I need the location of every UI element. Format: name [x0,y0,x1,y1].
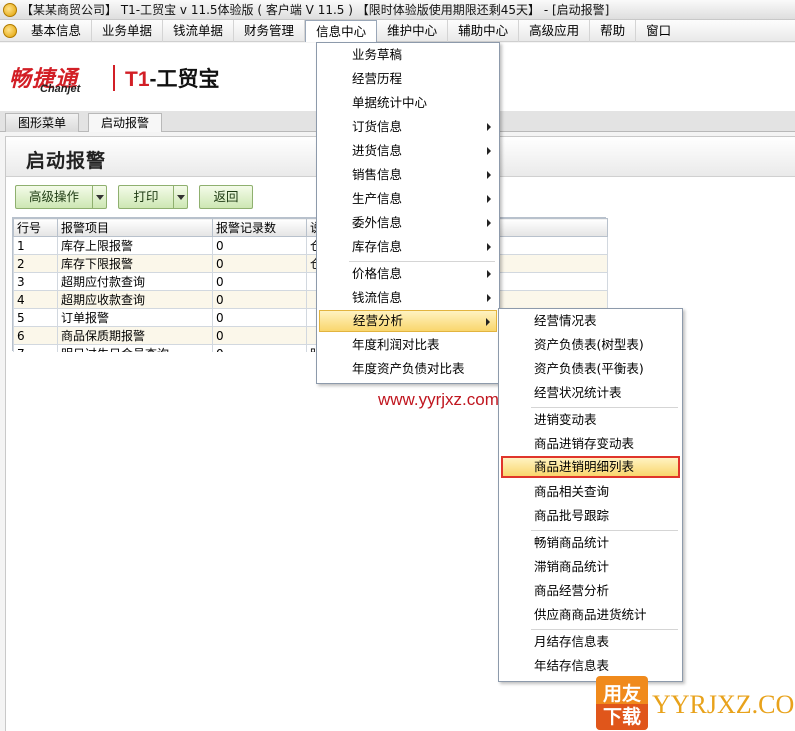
tab-graphic-menu[interactable]: 图形菜单 [5,113,80,132]
menu-cashflow-docs[interactable]: 钱流单据 [163,19,235,42]
logo-divider [113,65,115,91]
submenu-item-yearly-inventory[interactable]: 年结存信息表 [501,655,680,677]
menu-business-docs[interactable]: 业务单据 [92,19,164,42]
submenu-item-operation-summary[interactable]: 经营情况表 [501,310,680,332]
table-row[interactable]: 4 超期应收款查询 0 [13,290,608,309]
window-title: 【某某商贸公司】 T1-工贸宝 v 11.5体验版 ( 客户端 V 11.5 )… [21,3,610,17]
app-icon [3,2,17,17]
submenu-item-purchase-sales-change[interactable]: 进销变动表 [501,409,680,431]
menu-separator [531,629,678,630]
system-menu-icon[interactable] [3,23,17,38]
submenu-item-goods-analysis[interactable]: 商品经营分析 [501,580,680,602]
submenu-item-supplier-stats[interactable]: 供应商商品进货统计 [501,604,680,626]
menu-item-purchase-info[interactable]: 进货信息 [319,140,497,162]
advanced-dropdown-icon[interactable] [92,186,106,208]
submenu-item-monthly-inventory[interactable]: 月结存信息表 [501,631,680,653]
info-center-dropdown: 业务草稿 经营历程 单据统计中心 订货信息 进货信息 销售信息 生产信息 委外信… [316,42,500,384]
tab-startup-alarm[interactable]: 启动报警 [88,113,163,132]
menu-item-annual-profit[interactable]: 年度利润对比表 [319,334,497,356]
watermark-url: www.yyrjxz.com [378,390,499,409]
table-row[interactable]: 1库存上限报警0仓 [13,236,608,255]
chanjet-logo-en: Chanjet [40,83,81,95]
menu-maintenance[interactable]: 维护中心 [377,19,449,42]
col-record-count[interactable]: 报警记录数 [212,218,307,237]
menu-info-center[interactable]: 信息中心 [305,19,378,42]
menu-separator [531,530,678,531]
business-analysis-submenu: 经营情况表 资产负债表(树型表) 资产负债表(平衡表) 经营状况统计表 进销变动… [498,308,683,682]
submenu-arrow-icon [487,219,491,227]
menu-bar: 基本信息 业务单据 钱流单据 财务管理 信息中心 维护中心 辅助中心 高级应用 … [0,19,795,42]
badge-bottom-text: 下载 [596,704,648,730]
col-row-no[interactable]: 行号 [13,218,58,237]
menu-item-history[interactable]: 经营历程 [319,68,497,90]
submenu-arrow-icon [487,243,491,251]
menu-item-annual-balance[interactable]: 年度资产负债对比表 [319,358,497,380]
submenu-item-goods-query[interactable]: 商品相关查询 [501,481,680,503]
title-bar: 【某某商贸公司】 T1-工贸宝 v 11.5体验版 ( 客户端 V 11.5 )… [0,0,795,20]
submenu-item-slow-mover-stats[interactable]: 滞销商品统计 [501,556,680,578]
menu-item-cashflow-info[interactable]: 钱流信息 [319,287,497,309]
submenu-item-operation-stats[interactable]: 经营状况统计表 [501,382,680,404]
menu-item-inventory-info[interactable]: 库存信息 [319,236,497,258]
product-logo: T1-工贸宝 [125,68,220,91]
submenu-arrow-icon [487,147,491,155]
table-row[interactable]: 3 超期应付款查询 0 [13,272,608,291]
print-button[interactable]: 打印 [118,185,188,209]
submenu-item-bestseller-stats[interactable]: 畅销商品统计 [501,532,680,554]
menu-separator [349,261,495,262]
submenu-item-goods-psi-change[interactable]: 商品进销存变动表 [501,433,680,455]
submenu-item-goods-psi-detail[interactable]: 商品进销明细列表 [501,456,680,478]
submenu-item-batch-tracking[interactable]: 商品批号跟踪 [501,505,680,527]
menu-item-business-analysis[interactable]: 经营分析 [319,310,497,332]
menu-auxiliary[interactable]: 辅助中心 [448,19,520,42]
badge-top-text: 用友 [602,683,641,705]
submenu-item-balance-tree[interactable]: 资产负债表(树型表) [501,334,680,356]
print-dropdown-icon[interactable] [173,186,187,208]
submenu-arrow-icon [487,294,491,302]
submenu-item-balance-sheet[interactable]: 资产负债表(平衡表) [501,358,680,380]
page-title: 启动报警 [26,150,107,172]
submenu-arrow-icon [487,171,491,179]
menu-finance[interactable]: 财务管理 [234,19,306,42]
menu-help[interactable]: 帮助 [590,19,637,42]
menu-advanced[interactable]: 高级应用 [519,19,591,42]
submenu-arrow-icon [487,270,491,278]
menu-item-production-info[interactable]: 生产信息 [319,188,497,210]
submenu-arrow-icon [486,318,490,326]
menu-separator [531,407,678,408]
menu-item-outsourcing-info[interactable]: 委外信息 [319,212,497,234]
table-header-row: 行号 报警项目 报警记录数 说 [13,218,608,237]
table-row[interactable]: 2库存下限报警0仓 [13,254,608,273]
col-alarm-item[interactable]: 报警项目 [57,218,213,237]
back-button[interactable]: 返回 [199,185,253,209]
advanced-ops-button[interactable]: 高级操作 [15,185,107,209]
submenu-arrow-icon [487,123,491,131]
watermark-badge: 用友 下载 [596,676,648,730]
menu-item-doc-stats[interactable]: 单据统计中心 [319,92,497,114]
menu-item-price-info[interactable]: 价格信息 [319,263,497,285]
menu-item-sales-info[interactable]: 销售信息 [319,164,497,186]
watermark-site-name: YYRJXZ.COM [652,690,795,719]
menu-item-drafts[interactable]: 业务草稿 [319,44,497,66]
submenu-arrow-icon [487,195,491,203]
menu-basic-info[interactable]: 基本信息 [21,19,93,42]
menu-window[interactable]: 窗口 [636,20,681,42]
menu-item-order-info[interactable]: 订货信息 [319,116,497,138]
